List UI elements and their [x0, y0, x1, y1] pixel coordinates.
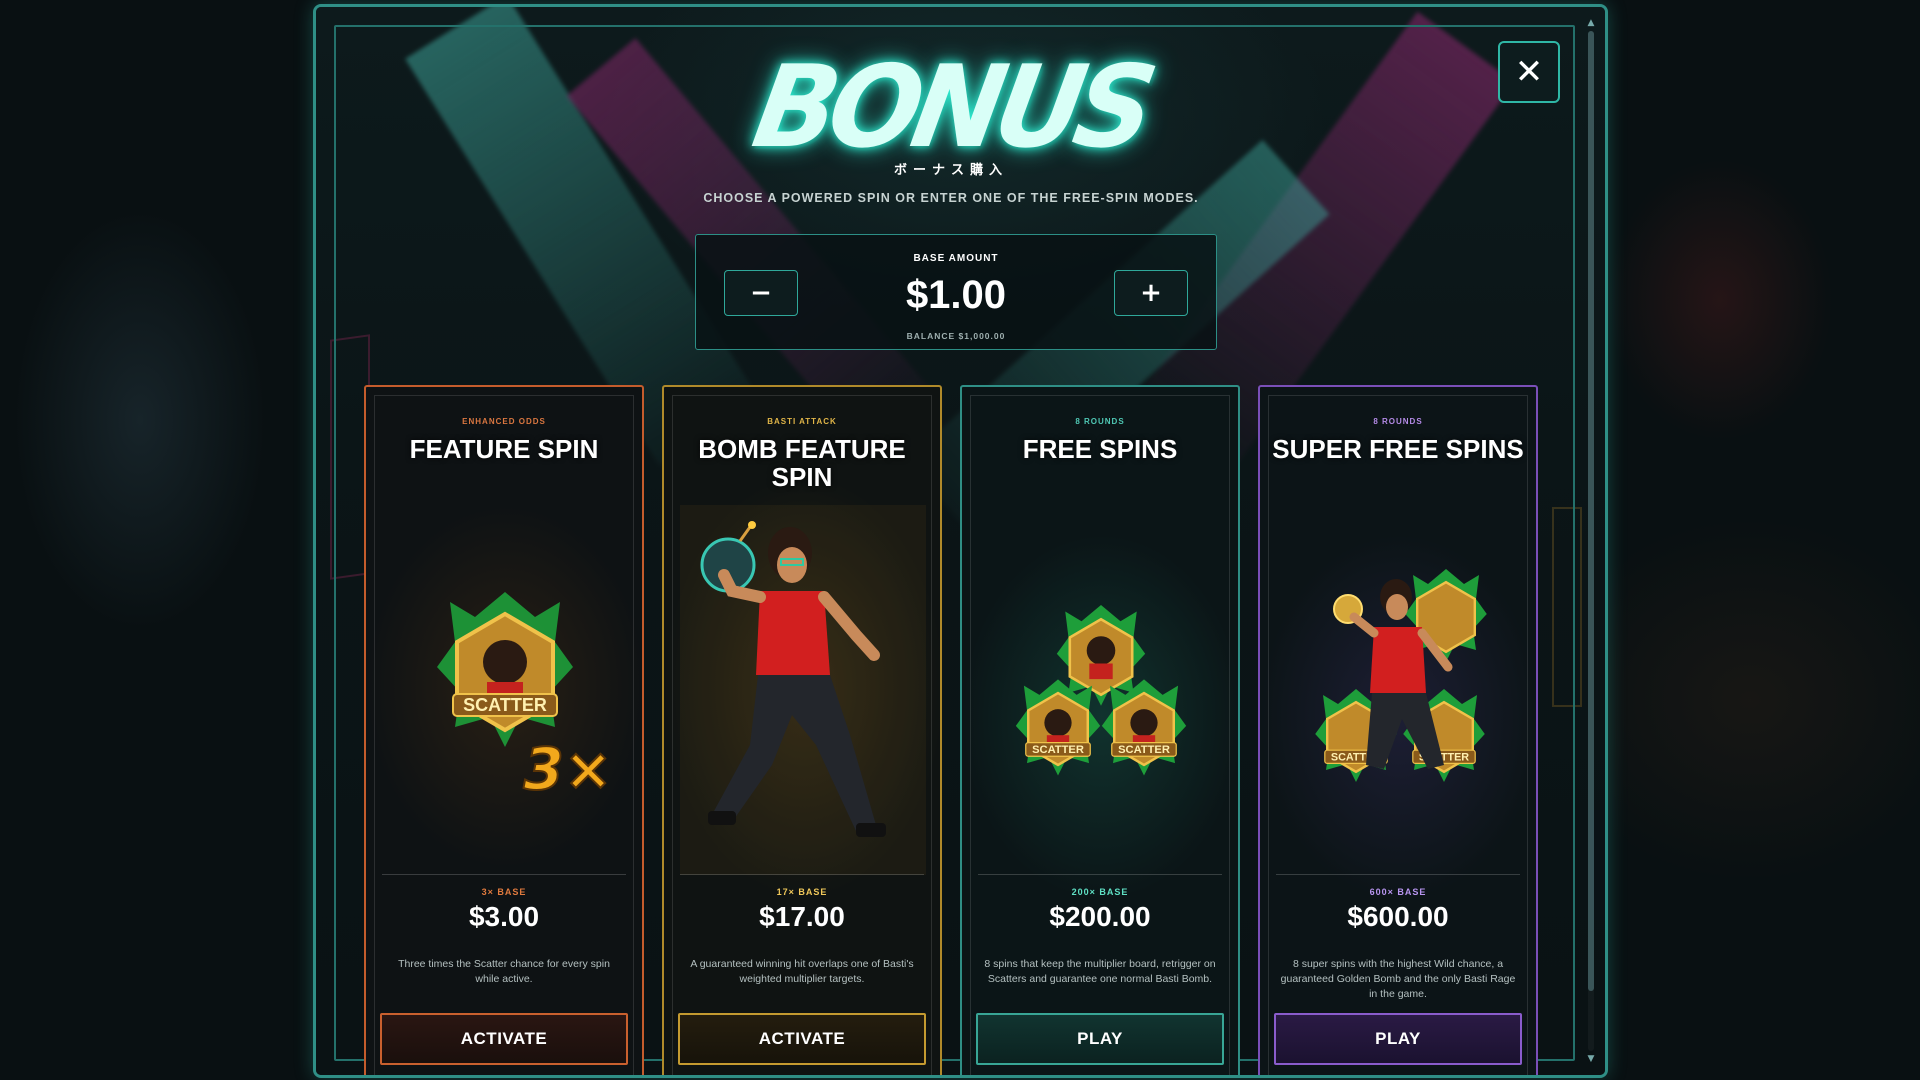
card-price: $200.00 [1049, 901, 1151, 932]
card-divider [978, 874, 1222, 875]
scroll-down-icon[interactable]: ▼ [1585, 1053, 1597, 1065]
bonus-title-wrap: BONUS [316, 41, 1586, 174]
card-tag: 8 ROUNDS [1373, 417, 1423, 426]
bonus-cards: ENHANCED ODDS FEATURE SPIN SCATTER 3× 3×… [364, 385, 1538, 1075]
bonus-subtitle-jp: ボーナス購入 [893, 163, 1008, 178]
bonus-title: BONUS [744, 41, 1158, 174]
scatter-text: SCATTER [463, 695, 547, 715]
base-amount-panel: BASE AMOUNT − $1.00 + BALANCE $1,000.00 [695, 234, 1217, 350]
card-multiplier: 200× BASE [1071, 887, 1129, 897]
card-title: SUPER FREE SPINS [1272, 434, 1524, 464]
card-title: BOMB FEATURE SPIN [698, 434, 906, 492]
scatter-text: SCATTER [1032, 744, 1084, 756]
card-title: FEATURE SPIN [409, 434, 599, 464]
triple-scatter-art: SCATTER SCATTER [1015, 605, 1187, 776]
increase-bet-button[interactable]: + [1114, 270, 1188, 316]
card-feature-spin: ENHANCED ODDS FEATURE SPIN SCATTER 3× 3×… [364, 385, 644, 1075]
card-tag: ENHANCED ODDS [462, 417, 546, 426]
card-tag: BASTI ATTACK [767, 417, 837, 426]
scroll-up-icon[interactable]: ▲ [1585, 17, 1597, 29]
scroll-track[interactable] [1588, 31, 1594, 1051]
balance-text: BALANCE $1,000.00 [906, 331, 1006, 341]
activate-feature-spin-button[interactable]: ACTIVATE [380, 1013, 628, 1065]
instructions-text: CHOOSE A POWERED SPIN OR ENTER ONE OF TH… [703, 191, 1199, 205]
card-title: FREE SPINS [1022, 434, 1178, 464]
card-description: Three times the Scatter chance for every… [398, 958, 610, 985]
card-bomb-feature-spin: BASTI ATTACK BOMB FEATURE SPIN 17× BASE … [662, 385, 942, 1075]
play-free-spins-button[interactable]: PLAY [976, 1013, 1224, 1065]
activate-bomb-feature-spin-button[interactable]: ACTIVATE [678, 1013, 926, 1065]
card-tag: 8 ROUNDS [1075, 417, 1125, 426]
basti-character-art [680, 505, 926, 875]
scatter-symbol-art: SCATTER 3× [437, 592, 613, 804]
card-divider [382, 874, 626, 875]
card-description: 8 super spins with the highest Wild chan… [1280, 958, 1516, 1000]
play-super-free-spins-button[interactable]: PLAY [1274, 1013, 1522, 1065]
scatter-text: SCATTER [1118, 744, 1170, 756]
card-divider [1276, 874, 1520, 875]
card-price: $600.00 [1347, 901, 1449, 932]
modal-scrollbar[interactable]: ▲ ▼ [1585, 17, 1597, 1065]
base-amount-label: BASE AMOUNT [913, 253, 999, 264]
card-super-free-spins: 8 ROUNDS SUPER FREE SPINS SCATTER SCATTE… [1258, 385, 1538, 1075]
card-multiplier: 600× BASE [1369, 887, 1427, 897]
scroll-thumb[interactable] [1588, 31, 1594, 991]
card-divider [680, 874, 924, 875]
plus-icon: + [1140, 278, 1162, 308]
card-description: A guaranteed winning hit overlaps one of… [690, 958, 914, 985]
super-scatter-art: SCATTER SCATTER [1315, 569, 1487, 782]
bonus-modal: ▲ ▼ ✕ BONUS ボーナス購入 CHOOSE A POWERED SPIN… [313, 4, 1608, 1078]
card-price: $17.00 [759, 901, 845, 932]
card-multiplier: 17× BASE [776, 887, 828, 897]
multiplier-badge: 3× [524, 735, 613, 803]
card-description: 8 spins that keep the multiplier board, … [984, 958, 1216, 985]
card-free-spins: 8 ROUNDS FREE SPINS SCATTER SCATTER 200×… [960, 385, 1240, 1075]
card-multiplier: 3× BASE [481, 887, 527, 897]
card-price: $3.00 [468, 901, 540, 932]
